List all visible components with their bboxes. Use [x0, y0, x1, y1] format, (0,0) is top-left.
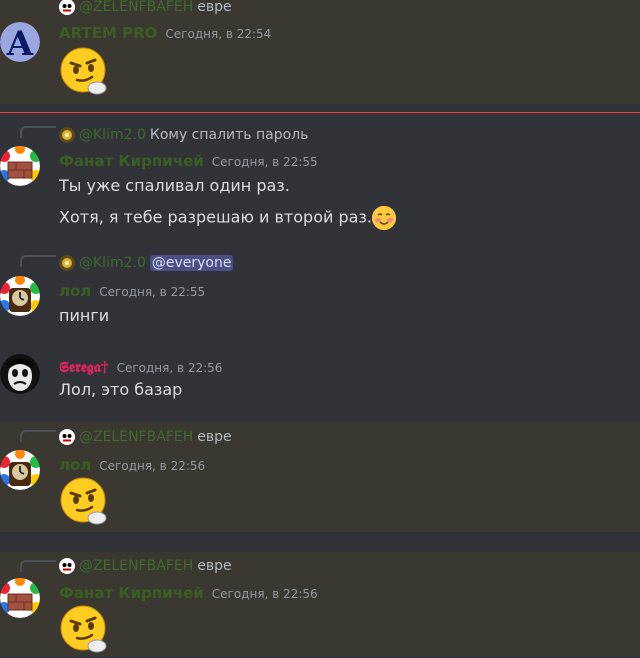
- message-header: ARTEM PRO Сегодня, в 22:54: [59, 24, 271, 42]
- reply-connector: [20, 126, 56, 138]
- reply-avatar: [59, 0, 75, 15]
- avatar-letter: A: [6, 24, 34, 62]
- username[interactable]: лол: [59, 456, 91, 474]
- avatar[interactable]: [0, 354, 40, 394]
- message-header: Фанат Кирпичей Сегодня, в 22:55: [59, 152, 318, 170]
- timestamp: Сегодня, в 22:55: [99, 285, 206, 299]
- reply-text: Кому спалить пароль: [149, 127, 309, 143]
- reply-text: евре: [197, 429, 232, 445]
- reply-avatar: [59, 255, 75, 271]
- blushing-smile-icon: [372, 206, 397, 230]
- reply-connector: [20, 255, 56, 267]
- reply-username[interactable]: @Klim2.0: [79, 255, 146, 271]
- reply-username[interactable]: @ZELENFBAFEH: [79, 429, 193, 445]
- message-item: @ZELENFBAFEH евре лол Сегодня, в 22:56: [0, 422, 640, 532]
- everyone-mention[interactable]: @everyone: [149, 255, 234, 271]
- reply-username[interactable]: @Klim2.0: [79, 127, 146, 143]
- reply-preview[interactable]: @Klim2.0 @everyone: [59, 254, 234, 272]
- message-text: Ты уже спаливал один раз.: [59, 176, 290, 195]
- timestamp: Сегодня, в 22:56: [116, 361, 223, 375]
- reply-username[interactable]: @ZELENFBAFEH: [79, 0, 193, 15]
- username[interactable]: ARTEM PRO: [59, 24, 157, 42]
- message-header: лол Сегодня, в 22:56: [59, 456, 205, 474]
- avatar[interactable]: [0, 578, 40, 618]
- message-item: @Klim2.0 @everyone лол Сегодня, в 22:55 …: [0, 250, 640, 336]
- timestamp: Сегодня, в 22:56: [211, 587, 318, 601]
- reply-preview[interactable]: @Klim2.0 Кому спалить пароль: [59, 126, 308, 144]
- message-header: 𝕾𝖊𝖗𝖊𝖌𝖆† Сегодня, в 22:56: [59, 358, 222, 376]
- message-item: @ZELENFBAFEH евре A ARTEM PRO Сегодня, в…: [0, 0, 640, 104]
- reply-preview[interactable]: @ZELENFBAFEH евре: [59, 557, 232, 575]
- message-header: лол Сегодня, в 22:55: [59, 282, 205, 300]
- message-item: @ZELENFBAFEH евре Фанат Кирпичей Сегодня…: [0, 552, 640, 656]
- username[interactable]: Фанат Кирпичей: [59, 152, 204, 170]
- reply-avatar: [59, 429, 75, 445]
- reply-preview[interactable]: @ZELENFBAFEH евре: [59, 428, 232, 446]
- reply-preview[interactable]: @ZELENFBAFEH евре: [59, 0, 232, 16]
- reply-text: евре: [197, 0, 232, 15]
- reply-avatar: [59, 558, 75, 574]
- emoji-thinking-icon[interactable]: [59, 46, 111, 95]
- username[interactable]: лол: [59, 282, 91, 300]
- message-item: @Klim2.0 Кому спалить пароль Фанат Кирпи…: [0, 118, 640, 236]
- avatar[interactable]: [0, 146, 40, 186]
- reply-text: евре: [197, 558, 232, 574]
- message-text: Хотя, я тебе разрешаю и второй раз.: [59, 206, 397, 230]
- timestamp: Сегодня, в 22:55: [211, 155, 318, 169]
- reply-username[interactable]: @ZELENFBAFEH: [79, 558, 193, 574]
- timestamp: Сегодня, в 22:54: [165, 27, 272, 41]
- new-messages-divider: [0, 112, 640, 113]
- message-header: Фанат Кирпичей Сегодня, в 22:56: [59, 584, 318, 602]
- emoji-thinking-icon[interactable]: [59, 604, 111, 653]
- message-text-line: Хотя, я тебе разрешаю и второй раз.: [59, 207, 373, 227]
- avatar[interactable]: [0, 276, 40, 316]
- username[interactable]: Фанат Кирпичей: [59, 584, 204, 602]
- username[interactable]: 𝕾𝖊𝖗𝖊𝖌𝖆†: [59, 358, 109, 376]
- avatar[interactable]: [0, 450, 40, 490]
- avatar[interactable]: A: [0, 22, 40, 62]
- message-item: 𝕾𝖊𝖗𝖊𝖌𝖆† Сегодня, в 22:56 Лол, это базар: [0, 350, 640, 412]
- timestamp: Сегодня, в 22:56: [99, 459, 206, 473]
- reply-connector: [20, 560, 56, 572]
- message-text: пинги: [59, 306, 110, 325]
- reply-avatar: [59, 127, 75, 143]
- message-text: Лол, это базар: [59, 380, 183, 399]
- reply-connector: [20, 430, 56, 442]
- emoji-thinking-icon[interactable]: [59, 476, 111, 525]
